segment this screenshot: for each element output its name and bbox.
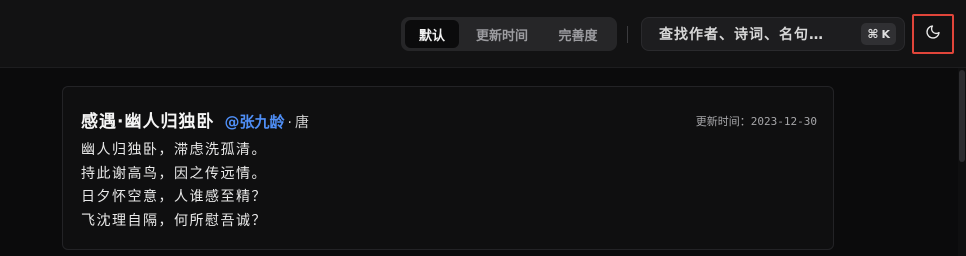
moon-icon (925, 24, 941, 44)
poem-verses: 幽人归独卧，滞虑洗孤清。 持此谢高鸟，因之传远情。 日夕怀空意，人谁感至精？ 飞… (81, 139, 267, 233)
verse-line: 幽人归独卧，滞虑洗孤清。 (81, 142, 267, 158)
author-dynasty-separator: · (287, 115, 292, 131)
poem-author-link[interactable]: @张九龄 (224, 111, 284, 132)
verse-line: 日夕怀空意，人谁感至精？ (81, 189, 267, 205)
verse-line: 飞沈理自隔，何所慰吾诚？ (81, 212, 267, 229)
poem-card[interactable]: 感遇·幽人归独卧 @张九龄 · 唐 更新时间：2023-12-30 幽人归独卧，… (62, 86, 834, 250)
poem-dynasty: 唐 (294, 115, 309, 131)
sort-tab-default[interactable]: 默认 (405, 20, 459, 48)
verse-line: 持此谢高鸟，因之传远情。 (81, 165, 267, 182)
updated-label: 更新时间： (695, 115, 751, 128)
theme-toggle-button[interactable] (912, 14, 954, 54)
search-shortcut-badge: ⌘ K (861, 23, 896, 45)
poem-title[interactable]: 感遇·幽人归独卧 (81, 107, 214, 132)
sort-tab-updated-time[interactable]: 更新时间 (459, 20, 545, 48)
updated-date: 2023-12-30 (750, 115, 817, 128)
sort-segmented-control: 默认 更新时间 完善度 (401, 17, 617, 51)
search-placeholder: 查找作者、诗词、名句… (659, 27, 824, 43)
search-button[interactable]: 查找作者、诗词、名句… ⌘ K (641, 17, 905, 51)
header-divider (627, 26, 628, 43)
poem-header: 感遇·幽人归独卧 @张九龄 · 唐 (81, 107, 309, 132)
poem-updated-time: 更新时间：2023-12-30 (696, 113, 817, 129)
scrollbar-thumb[interactable] (959, 70, 965, 162)
shortcut-key: K (881, 27, 890, 41)
command-key-icon: ⌘ (867, 27, 879, 41)
top-bar: 默认 更新时间 完善度 查找作者、诗词、名句… ⌘ K (0, 0, 966, 68)
sort-tab-completeness[interactable]: 完善度 (545, 20, 611, 48)
